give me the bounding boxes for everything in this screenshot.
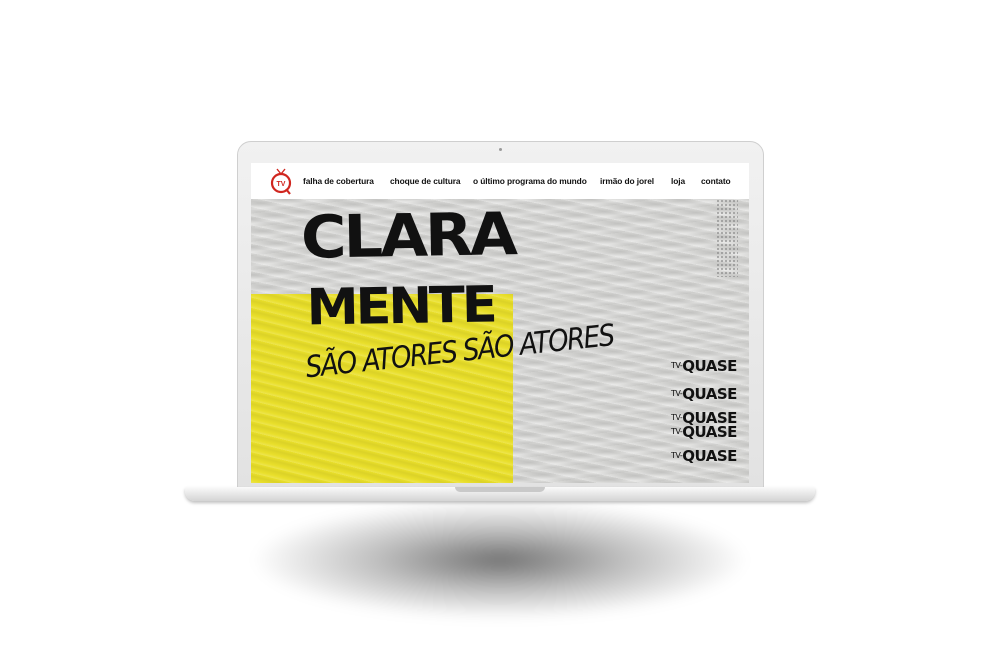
laptop-shadow [250,500,750,620]
top-navigation: TV falha de cobertura choque de cultura … [251,163,749,199]
nav-item-o-ultimo-programa-do-mundo[interactable]: o último programa do mundo [473,176,587,186]
nav-item-falha-de-cobertura[interactable]: falha de cobertura [303,176,374,186]
tv-quase-line: TV-QUASE [671,447,737,465]
nav-item-contato[interactable]: contato [701,176,731,186]
hero-title-line2: MENTE [306,275,496,337]
nav-item-loja[interactable]: loja [671,176,685,186]
webcam [499,148,502,151]
laptop-notch [455,487,545,492]
nav-item-choque-de-cultura[interactable]: choque de cultura [390,176,461,186]
logo-text: TV [277,181,286,188]
tv-quase-line: TV-QUASE [671,423,737,441]
hero-title-line1: CLARA [300,199,516,272]
laptop-screen: TV falha de cobertura choque de cultura … [251,163,749,483]
nav-item-irmao-do-jorel[interactable]: irmão do jorel [600,176,654,186]
tv-quase-logo-icon[interactable]: TV [270,167,292,195]
tv-quase-line: TV-QUASE [671,357,737,375]
halftone-dots [716,199,738,277]
tv-quase-line: TV-QUASE [671,385,737,403]
hero-banner[interactable]: CLARA MENTE SÃO ATORES SÃO ATORES TV-QUA… [251,199,749,483]
